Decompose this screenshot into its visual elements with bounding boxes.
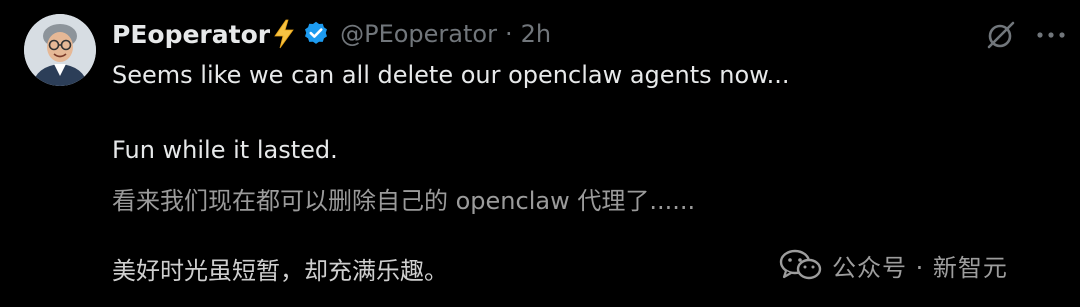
tweet-header: PEoperator @PEoperator · 2h bbox=[112, 14, 551, 54]
more-icon[interactable] bbox=[1034, 22, 1068, 48]
translation-text-line: 看来我们现在都可以删除自己的 openclaw 代理了...... bbox=[112, 187, 696, 215]
watermark: 公众号 · 新智元 bbox=[778, 248, 1008, 282]
timestamp[interactable]: 2h bbox=[521, 20, 551, 48]
tweet-text-line: Fun while it lasted. bbox=[112, 136, 338, 164]
author-handle[interactable]: @PEoperator bbox=[340, 20, 497, 48]
tweet-card: PEoperator @PEoperator · 2h Seems like w… bbox=[0, 0, 1080, 307]
grok-icon[interactable] bbox=[984, 18, 1018, 52]
verified-badge-icon bbox=[302, 20, 330, 48]
translation-text-line: 美好时光虽短暂，却充满乐趣。 bbox=[112, 257, 448, 285]
display-name[interactable]: PEoperator bbox=[112, 20, 270, 49]
avatar[interactable] bbox=[24, 14, 96, 86]
wechat-icon bbox=[778, 249, 824, 281]
separator-dot: · bbox=[504, 20, 513, 48]
watermark-text: 公众号 · 新智元 bbox=[832, 253, 1008, 282]
bolt-icon bbox=[272, 19, 296, 49]
tweet-text-line: Seems like we can all delete our opencla… bbox=[112, 61, 790, 89]
